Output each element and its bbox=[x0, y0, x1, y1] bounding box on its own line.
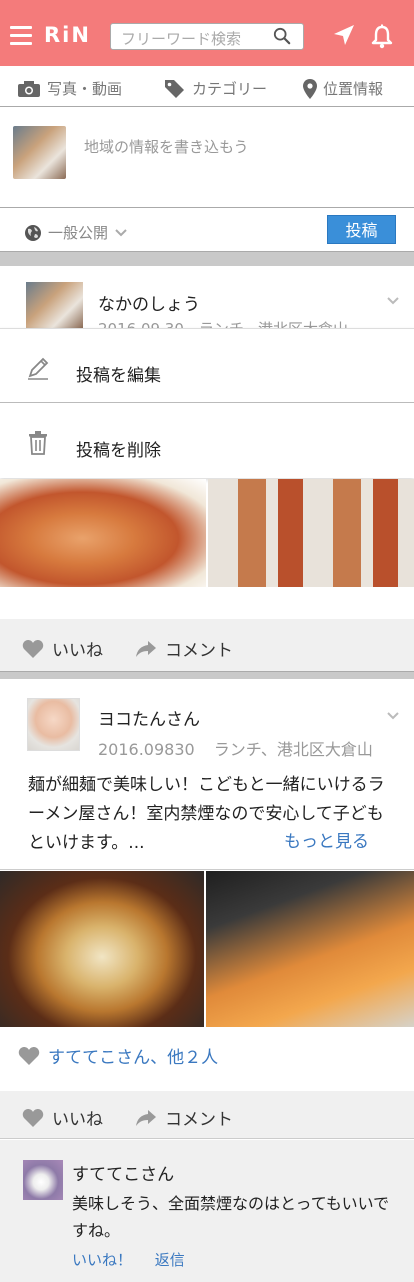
post-author[interactable]: ヨコたんさん bbox=[98, 705, 200, 730]
location-label: 位置情報 bbox=[323, 80, 384, 98]
app-header: RiN フリーワード検索 bbox=[0, 0, 414, 66]
camera-icon bbox=[18, 80, 40, 97]
category-button[interactable]: カテゴリー bbox=[164, 78, 267, 99]
location-pin-icon bbox=[303, 78, 317, 99]
category-label: カテゴリー bbox=[192, 80, 268, 98]
trash-icon bbox=[29, 431, 47, 455]
post-options-menu: 投稿を編集 投稿を削除 bbox=[0, 328, 414, 478]
comment-actions: いいね！ 返信 bbox=[72, 1249, 203, 1270]
composer-toolbar: 写真・動画 カテゴリー 位置情報 bbox=[0, 66, 414, 107]
visibility-dropdown[interactable]: 一般公開 bbox=[24, 222, 134, 243]
post-photos bbox=[0, 479, 414, 587]
post-button[interactable]: 投稿 bbox=[327, 215, 396, 244]
search-icon[interactable] bbox=[273, 27, 291, 45]
post-date: 2016.09830 bbox=[98, 740, 195, 759]
chevron-down-icon[interactable] bbox=[386, 296, 400, 306]
divider bbox=[0, 869, 414, 870]
like-button[interactable]: いいね bbox=[22, 1105, 103, 1130]
composer-input[interactable]: 地域の情報を書き込もう bbox=[84, 136, 249, 157]
post-meta: 2016.09830 ランチ、港北区大倉山 bbox=[98, 736, 373, 760]
comment-button[interactable]: コメント bbox=[135, 1105, 233, 1130]
app-logo[interactable]: RiN bbox=[44, 23, 91, 47]
photo-video-button[interactable]: 写真・動画 bbox=[17, 78, 122, 99]
comment-label: コメント bbox=[165, 641, 233, 661]
heart-icon bbox=[22, 639, 44, 658]
comment-reply-link[interactable]: 返信 bbox=[155, 1251, 185, 1269]
likers-link[interactable]: すててこさん、他２人 bbox=[18, 1043, 218, 1068]
composer-footer: 一般公開 投稿 bbox=[0, 207, 414, 252]
like-button[interactable]: いいね bbox=[22, 636, 103, 661]
delete-post-label: 投稿を削除 bbox=[76, 441, 161, 461]
search-placeholder: フリーワード検索 bbox=[121, 30, 242, 48]
chevron-down-icon[interactable] bbox=[386, 711, 400, 721]
post-place: ランチ、港北区大倉山 bbox=[213, 740, 373, 759]
heart-icon bbox=[22, 1108, 44, 1127]
likers-label: すててこさん、他２人 bbox=[48, 1048, 219, 1068]
avatar bbox=[26, 282, 83, 328]
tag-icon bbox=[165, 79, 184, 98]
globe-icon bbox=[25, 224, 41, 241]
heart-icon bbox=[18, 1046, 40, 1065]
comment-author[interactable]: すててこさん bbox=[72, 1160, 174, 1185]
bell-icon[interactable] bbox=[370, 24, 394, 50]
read-more-link[interactable]: もっと見る bbox=[278, 827, 369, 852]
post-photo[interactable] bbox=[0, 871, 204, 1027]
comment-label: コメント bbox=[165, 1110, 233, 1130]
pencil-icon bbox=[28, 357, 49, 380]
edit-post-menu-item[interactable]: 投稿を編集 bbox=[0, 329, 414, 403]
comment-text: 美味しそう、全面禁煙なのはとってもいいですね。 bbox=[72, 1194, 390, 1240]
visibility-label: 一般公開 bbox=[48, 224, 109, 242]
post-actions: いいね コメント bbox=[0, 619, 414, 672]
delete-post-menu-item[interactable]: 投稿を削除 bbox=[0, 404, 414, 478]
post-photo[interactable] bbox=[206, 871, 414, 1027]
post-composer: 写真・動画 カテゴリー 位置情報 地域の情報を書き込もう 一般公開 投稿 bbox=[0, 66, 414, 252]
post-photos bbox=[0, 871, 414, 1027]
chevron-down-icon bbox=[115, 228, 127, 236]
photo-video-label: 写真・動画 bbox=[47, 80, 123, 98]
like-label: いいね bbox=[52, 641, 103, 661]
post-photo[interactable] bbox=[208, 479, 414, 587]
comment-button[interactable]: コメント bbox=[135, 636, 233, 661]
like-label: いいね bbox=[52, 1110, 103, 1130]
post-author[interactable]: なかのしょう bbox=[98, 290, 200, 315]
search-input[interactable]: フリーワード検索 bbox=[110, 23, 304, 50]
avatar bbox=[13, 126, 66, 179]
avatar bbox=[27, 698, 80, 751]
avatar bbox=[23, 1160, 63, 1200]
hamburger-menu-icon[interactable] bbox=[10, 26, 32, 46]
share-arrow-icon bbox=[136, 640, 156, 657]
navigation-arrow-icon[interactable] bbox=[332, 23, 356, 47]
edit-post-label: 投稿を編集 bbox=[76, 366, 161, 386]
comment-like-link[interactable]: いいね！ bbox=[72, 1251, 132, 1269]
comment-section: すててこさん 美味しそう、全面禁煙なのはとってもいいですね。 いいね！ 返信 bbox=[0, 1140, 414, 1282]
post-photo[interactable] bbox=[0, 479, 206, 587]
post-actions: いいね コメント bbox=[0, 1091, 414, 1139]
location-button[interactable]: 位置情報 bbox=[303, 78, 383, 99]
post-card: ヨコたんさん 2016.09830 ランチ、港北区大倉山 麺が細麺で美味しい！こ… bbox=[0, 679, 414, 1282]
share-arrow-icon bbox=[136, 1109, 156, 1126]
